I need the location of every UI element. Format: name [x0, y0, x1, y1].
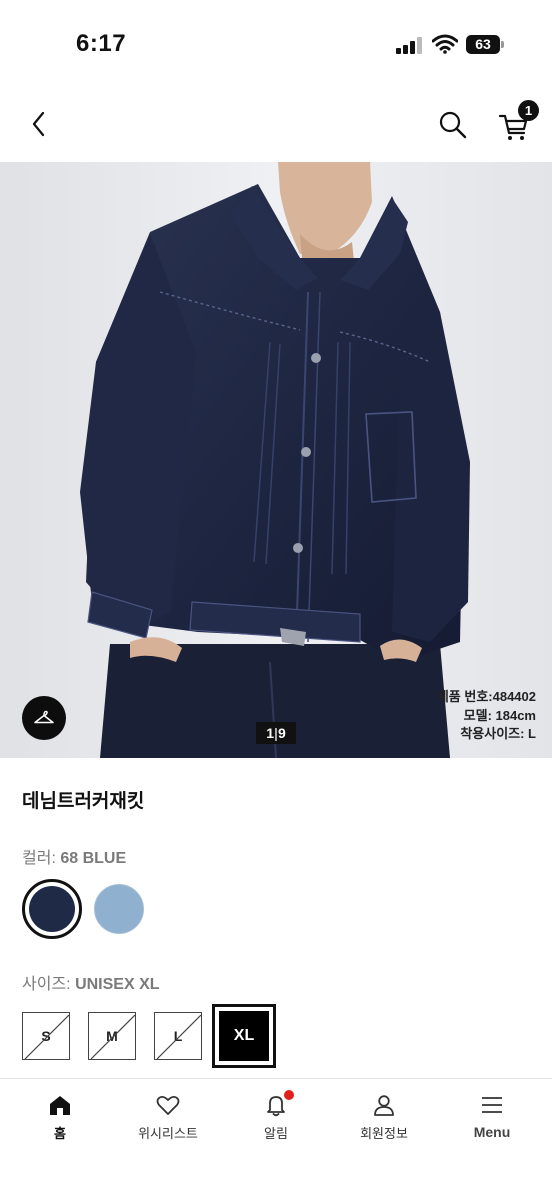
size-option-label: XL	[219, 1011, 269, 1061]
product-number: 제품 번호:484402	[436, 689, 536, 704]
user-icon	[374, 1095, 394, 1116]
size-option-l[interactable]: L	[154, 1012, 202, 1060]
image-pager: 1|9	[256, 722, 296, 744]
wifi-icon	[432, 34, 458, 54]
battery-level: 63	[466, 35, 500, 54]
nav-notifications[interactable]: 알림	[226, 1090, 326, 1153]
battery-icon: 63	[466, 35, 504, 54]
product-title: 데님트러커재킷	[22, 791, 145, 812]
nav-wishlist[interactable]: 위시리스트	[118, 1093, 218, 1153]
color-label-prefix: 컬러:	[22, 850, 61, 867]
home-icon	[50, 1096, 70, 1115]
selected-color: 68 BLUE	[60, 850, 127, 867]
size-label-prefix: 사이즈:	[22, 976, 76, 993]
selected-size: UNISEX XL	[75, 976, 160, 993]
menu-icon	[482, 1097, 502, 1113]
unavailable-slash	[156, 1014, 201, 1059]
hanger-icon	[34, 710, 54, 724]
size-option-s[interactable]: S	[22, 1012, 70, 1060]
cart-count-badge: 1	[518, 100, 539, 121]
back-button[interactable]	[22, 104, 56, 144]
heart-icon	[156, 1095, 180, 1115]
app-header: 1	[0, 90, 552, 162]
search-button[interactable]	[436, 108, 470, 142]
hanger-button[interactable]	[22, 696, 66, 740]
unavailable-slash	[24, 1014, 69, 1059]
product-photo	[0, 162, 552, 758]
bottom-nav: 홈 위시리스트 알림 회원정보 Menu	[0, 1078, 552, 1200]
nav-menu[interactable]: Menu	[442, 1093, 542, 1153]
status-time: 6:17	[76, 30, 127, 57]
unavailable-slash	[90, 1014, 135, 1059]
nav-menu-label: Menu	[473, 1124, 511, 1140]
nav-wishlist-label: 위시리스트	[138, 1126, 198, 1141]
product-image-gallery[interactable]: 1|9 제품 번호:484402 모델: 184cm 착용사이즈: L	[0, 162, 552, 758]
color-swatch-dark-blue[interactable]	[22, 879, 82, 939]
model-info: 제품 번호:484402 모델: 184cm 착용사이즈: L	[437, 688, 536, 744]
size-option-xl[interactable]: XL	[212, 1004, 276, 1068]
search-icon	[439, 111, 467, 139]
size-label: 사이즈: UNISEX XL	[22, 970, 160, 994]
nav-profile[interactable]: 회원정보	[334, 1093, 434, 1153]
pager-current: 1	[266, 725, 275, 741]
nav-profile-label: 회원정보	[360, 1126, 408, 1141]
cellular-signal-icon	[396, 36, 424, 54]
status-bar: 6:17 63	[0, 0, 552, 90]
nav-home-label: 홈	[54, 1126, 66, 1141]
back-arrow-icon	[32, 111, 45, 137]
worn-size: 착용사이즈: L	[460, 726, 536, 741]
nav-notifications-label: 알림	[264, 1126, 288, 1141]
pager-total: 9	[277, 725, 286, 741]
notification-dot	[284, 1090, 294, 1100]
color-swatch-light-blue[interactable]	[94, 884, 144, 934]
color-label: 컬러: 68 BLUE	[22, 844, 126, 868]
size-option-m[interactable]: M	[88, 1012, 136, 1060]
cart-button[interactable]: 1	[494, 100, 542, 144]
model-height: 모델: 184cm	[463, 707, 536, 723]
nav-home[interactable]: 홈	[10, 1093, 110, 1153]
